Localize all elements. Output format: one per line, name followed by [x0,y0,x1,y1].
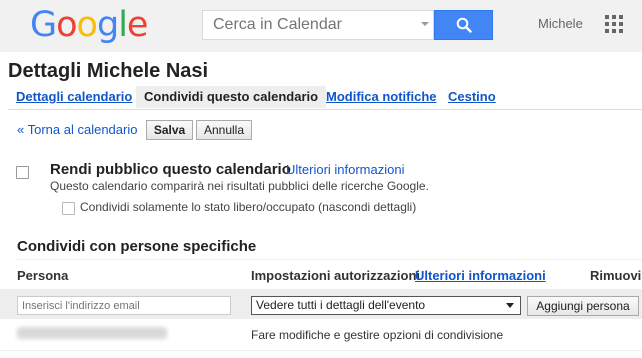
settings-tabs: Dettagli calendario Condividi questo cal… [8,86,642,110]
tab-calendar-details[interactable]: Dettagli calendario [8,86,140,108]
search-options-chevron-icon[interactable] [421,22,429,26]
tabs-divider [8,109,642,110]
page-title: Dettagli Michele Nasi [8,60,209,82]
email-input[interactable] [17,296,231,315]
owner-permission-text: Fare modifiche e gestire opzioni di cond… [251,328,504,342]
save-button[interactable]: Salva [146,120,193,140]
back-to-calendar-link[interactable]: « Torna al calendario [17,122,137,137]
owner-email-redacted [17,327,167,339]
free-busy-only-label: Condividi solamente lo stato libero/occu… [80,200,417,214]
add-person-button[interactable]: Aggiungi persona [527,296,639,316]
logo-letter: e [126,5,149,45]
account-name[interactable]: Michele [538,16,583,31]
column-header-person: Persona [17,268,69,283]
tab-share-calendar[interactable]: Condividi questo calendario [136,86,327,108]
row-divider [0,350,642,351]
permission-select[interactable]: Vedere tutti i dettagli dell'evento [251,296,521,315]
column-header-remove: Rimuovi [590,268,642,283]
logo-letter: l [118,5,128,45]
public-description: Questo calendario comparirà nei risultat… [50,179,429,193]
tab-trash[interactable]: Cestino [440,86,504,108]
make-public-label: Rendi pubblico questo calendario [50,161,291,178]
logo-letter: o [56,5,77,45]
google-logo[interactable]: Google [30,5,149,45]
free-busy-only-checkbox[interactable] [62,202,75,215]
logo-letter: g [96,5,119,45]
tab-edit-notifications[interactable]: Modifica notifiche [318,86,445,108]
top-bar: Google Michele [0,0,642,52]
share-section-title: Condividi con persone specifiche [17,238,257,255]
column-header-permissions: Impostazioni autorizzazioni [251,268,421,283]
logo-letter: G [30,5,57,45]
make-public-checkbox[interactable] [16,166,29,179]
search-input[interactable] [202,10,434,40]
permission-select-value: Vedere tutti i dettagli dell'evento [256,298,426,312]
search-button[interactable] [434,10,493,40]
search-icon [456,17,472,33]
public-more-info-link[interactable]: Ulteriori informazioni [286,162,404,177]
logo-letter: o [76,5,98,45]
cancel-button[interactable]: Annulla [196,120,252,140]
dropdown-arrow-icon [506,303,514,308]
apps-grid-icon[interactable] [605,15,623,33]
section-divider [17,259,642,260]
permissions-more-info-link[interactable]: Ulteriori informazioni [415,268,546,283]
